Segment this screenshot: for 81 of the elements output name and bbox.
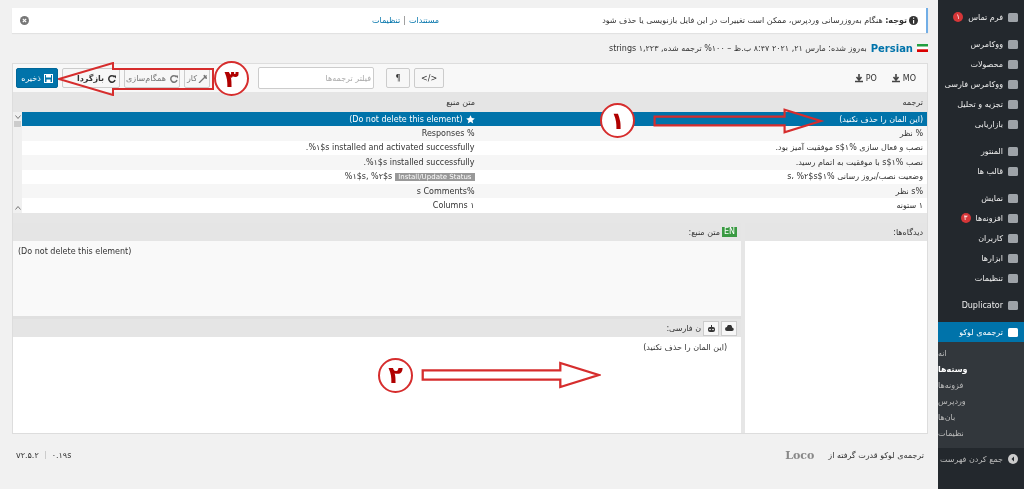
flag-icon xyxy=(917,44,928,52)
robot-button[interactable] xyxy=(703,320,719,336)
cloud-icon xyxy=(724,325,734,331)
docs-link[interactable]: مستندات xyxy=(408,16,440,25)
download-icon xyxy=(890,73,901,83)
credit-text: ترجمه‌ی لوکو قدرت گرفته از xyxy=(828,450,924,460)
menu-item[interactable]: نمایش xyxy=(938,188,1024,208)
notice-text: توجه: هنگام به‌روزرسانی وردپرس، ممکن است تغییرات در این فایل بازنویسی یا حذف شود xyxy=(602,16,907,25)
refresh-icon xyxy=(107,73,116,83)
file-stats: به‌روز شده: مارس ۲۱, ۲۰۲۱ ۸:۴۷ ب.ظ – ۱۰۰% ترجمه شده, ۱,۲۲۳ strings xyxy=(609,43,867,53)
footer-divider xyxy=(44,451,46,459)
menu-item[interactable]: تنظیمات xyxy=(938,268,1024,288)
menu-item[interactable]: Duplicator xyxy=(938,295,1024,315)
loco-logo: Loco xyxy=(785,448,815,462)
menu-item[interactable]: ووکامرس فارسی xyxy=(938,74,1024,94)
source-text: %s Comments xyxy=(416,186,475,196)
download-icon xyxy=(853,73,864,83)
filter-field[interactable]: فیلتر ترجمه‌ها xyxy=(258,67,374,89)
menu-item[interactable]: ابزارها xyxy=(938,248,1024,268)
close-icon xyxy=(20,16,29,25)
menu-icon xyxy=(1008,12,1018,22)
scroll-thumb[interactable] xyxy=(14,121,21,127)
save-button[interactable]: ذخیره xyxy=(16,68,58,88)
version-text: v۲.۵.۲ xyxy=(16,450,39,460)
source-text: (Do not delete this element) xyxy=(13,241,741,316)
source-text: %۱$s installed and activated successfully. xyxy=(305,143,475,153)
menu-item[interactable]: المنتور xyxy=(938,141,1024,161)
scroll-down-icon xyxy=(14,115,21,119)
menu-item[interactable]: بازاریابی xyxy=(938,114,1024,134)
scroll-up-icon xyxy=(14,206,21,210)
translation-cell: (این المان را حذف نکنید) xyxy=(839,114,923,124)
column-header: ترجمه xyxy=(901,97,923,107)
menu-item[interactable]: قالب ها xyxy=(938,161,1024,181)
table-row[interactable]: ۱ ستونه ۱ Columns xyxy=(22,198,927,213)
source-text: % Responses xyxy=(421,129,475,139)
load-time: ۰.۱۹s xyxy=(51,450,72,460)
source-text: ۱ Columns xyxy=(432,201,475,211)
translation-cell: نصب %۱$s با موفقیت به اتمام رسید. xyxy=(795,157,923,167)
source-text: %۱$s, %۲$s xyxy=(344,172,393,182)
wand-icon xyxy=(198,73,208,83)
submenu-item[interactable]: وسته‌ها xyxy=(938,362,1024,378)
settings-link[interactable]: تنظیمات xyxy=(372,16,401,25)
submenu-item[interactable]: نظیمات xyxy=(938,426,1024,442)
scrollbar[interactable] xyxy=(13,112,22,213)
translation-cell: وضعیت نصب/بروز رسانی %۱$s، %۲$s xyxy=(787,172,923,182)
panel-title: متن منبع: xyxy=(688,227,720,237)
code-view-button[interactable]: </> xyxy=(414,68,445,88)
translation-cell: ۱ ستونه xyxy=(896,201,923,211)
collapse-icon xyxy=(1008,454,1018,464)
translation-cell: %s نظر xyxy=(895,186,923,196)
robot-icon xyxy=(706,324,716,332)
source-text: %۱$s installed successfully. xyxy=(363,157,475,167)
menu-item[interactable]: کاربران xyxy=(938,228,1024,248)
pilcrow-button[interactable]: ¶ xyxy=(386,68,410,88)
submenu-item[interactable]: فزونه‌ها xyxy=(938,378,1024,394)
link-separator: | xyxy=(403,16,406,25)
submenu-item[interactable]: وردپرس xyxy=(938,394,1024,410)
source-text: (Do not delete this element) xyxy=(349,114,463,124)
panel-title: دیدگاه‌ها: xyxy=(745,223,927,241)
menu-item[interactable]: تجزیه و تحلیل xyxy=(938,94,1024,114)
panel-title: ن فارسی: xyxy=(666,323,701,333)
menu-icon xyxy=(1008,300,1018,310)
collapse-menu[interactable]: جمع کردن فهرست xyxy=(938,448,1024,470)
locale-badge: EN xyxy=(721,227,737,237)
info-icon xyxy=(909,16,918,25)
submenu-item[interactable]: انه xyxy=(938,346,1024,362)
cloud-button[interactable] xyxy=(721,320,737,336)
language-name: Persian xyxy=(870,42,913,54)
translation-cell: % نظر xyxy=(899,129,923,139)
download-link[interactable]: PO xyxy=(853,73,877,83)
column-header: متن منبع xyxy=(445,97,475,107)
menu-item[interactable]: ووکامرس xyxy=(938,34,1024,54)
menu-icon xyxy=(1008,327,1018,337)
refresh-icon xyxy=(168,73,178,83)
table-row[interactable]: نصب %۱$s با موفقیت به اتمام رسید. %۱$s installed successfully. xyxy=(22,155,927,170)
download-link[interactable]: MO xyxy=(890,73,916,83)
submenu-item[interactable]: بان‌ها xyxy=(938,410,1024,426)
menu-item[interactable]: محصولات xyxy=(938,54,1024,74)
table-row[interactable]: نصب و فعال سازی %۱$s موفقیت آمیز بود. %۱$s installed and activated successfully. xyxy=(22,140,927,156)
translation-cell: نصب و فعال سازی %۱$s موفقیت آمیز بود. xyxy=(775,143,923,153)
menu-item[interactable]: ترجمه‌ی لوکو xyxy=(938,322,1024,342)
